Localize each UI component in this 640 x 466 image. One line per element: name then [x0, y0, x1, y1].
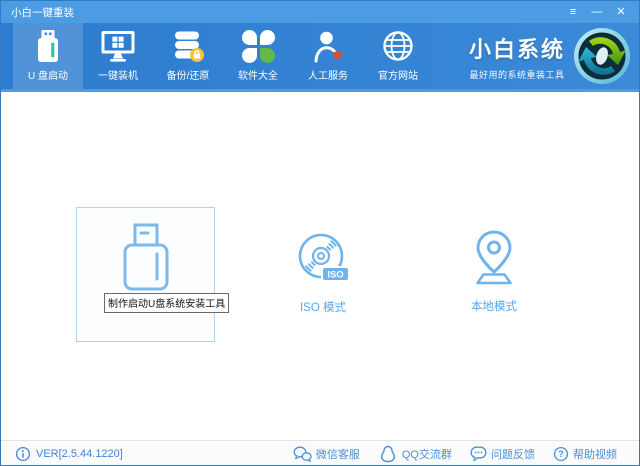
link-label: 问题反馈: [491, 446, 535, 462]
backup-restore-icon: [172, 28, 205, 64]
wechat-support-link[interactable]: 微信客服: [293, 445, 360, 463]
tab-software-collection[interactable]: 软件大全: [223, 23, 293, 89]
tab-official-website[interactable]: 官方网站: [363, 23, 433, 89]
window-title: 小白一键重装: [11, 5, 74, 20]
info-icon: [15, 446, 31, 462]
usb-mode-card[interactable]: [76, 207, 215, 342]
svg-text:ISO: ISO: [327, 270, 343, 281]
close-button[interactable]: ✕: [609, 1, 633, 23]
brand-tagline: 最好用的系统重装工具: [469, 68, 565, 81]
apps-collection-icon: [242, 28, 275, 64]
statusbar: VER[2.5.44.1220] 微信客服 QQ交流群: [1, 440, 639, 466]
brand-logo-icon: [573, 27, 631, 85]
statusbar-links: 微信客服 QQ交流群 问题反馈: [293, 445, 617, 463]
location-pin-icon: [466, 228, 522, 286]
tab-one-key-install[interactable]: 一键装机: [83, 23, 153, 89]
qq-group-link[interactable]: QQ交流群: [378, 445, 452, 463]
qq-icon: [378, 445, 398, 463]
iso-mode-button[interactable]: ISO ISO 模式: [263, 231, 383, 315]
wechat-icon: [293, 446, 312, 462]
brand-text: 小白系统 最好用的系统重装工具: [469, 32, 565, 81]
local-mode-label: 本地模式: [434, 298, 554, 314]
toolbar: U 盘启动 一键装机: [1, 23, 639, 92]
minimize-button[interactable]: —: [585, 1, 609, 23]
brand-name: 小白系统: [469, 32, 565, 64]
feedback-link[interactable]: 问题反馈: [470, 445, 535, 463]
usb-drive-icon: [33, 28, 63, 64]
tab-label: U 盘启动: [28, 67, 68, 82]
usb-flash-outline-icon: [111, 222, 181, 299]
link-label: QQ交流群: [402, 446, 452, 462]
tab-label: 备份/还原: [167, 67, 210, 82]
tab-label: 官方网站: [378, 67, 418, 82]
window-controls: ≡ — ✕: [561, 1, 633, 23]
svg-text:?: ?: [558, 449, 564, 459]
iso-mode-label: ISO 模式: [263, 299, 383, 315]
version-text: VER[2.5.44.1220]: [36, 448, 123, 460]
help-video-link[interactable]: ? 帮助视频: [553, 445, 617, 463]
iso-disc-icon: ISO: [296, 231, 350, 287]
human-support-icon: [313, 28, 343, 64]
version-info: VER[2.5.44.1220]: [15, 446, 123, 462]
tab-label: 一键装机: [98, 67, 138, 82]
link-label: 帮助视频: [573, 446, 617, 462]
tab-usb-boot[interactable]: U 盘启动: [13, 23, 83, 89]
tab-human-support[interactable]: 人工服务: [293, 23, 363, 89]
monitor-icon: [100, 28, 136, 64]
brand: 小白系统 最好用的系统重装工具: [469, 27, 631, 85]
menu-button[interactable]: ≡: [561, 1, 585, 23]
local-mode-button[interactable]: 本地模式: [434, 228, 554, 314]
tab-label: 人工服务: [308, 67, 348, 82]
app-window: 小白一键重装 ≡ — ✕ U 盘启动: [0, 0, 640, 466]
tab-label: 软件大全: [238, 67, 278, 82]
main-content: 制作启动U盘系统安装工具 ISO ISO 模式: [1, 92, 639, 440]
link-label: 微信客服: [316, 446, 360, 462]
globe-icon: [381, 28, 415, 64]
help-circle-icon: ?: [553, 446, 569, 462]
usb-mode-tooltip: 制作启动U盘系统安装工具: [104, 293, 229, 313]
feedback-bubble-icon: [470, 446, 487, 462]
tab-backup-restore[interactable]: 备份/还原: [153, 23, 223, 89]
titlebar: 小白一键重装 ≡ — ✕: [1, 1, 639, 23]
